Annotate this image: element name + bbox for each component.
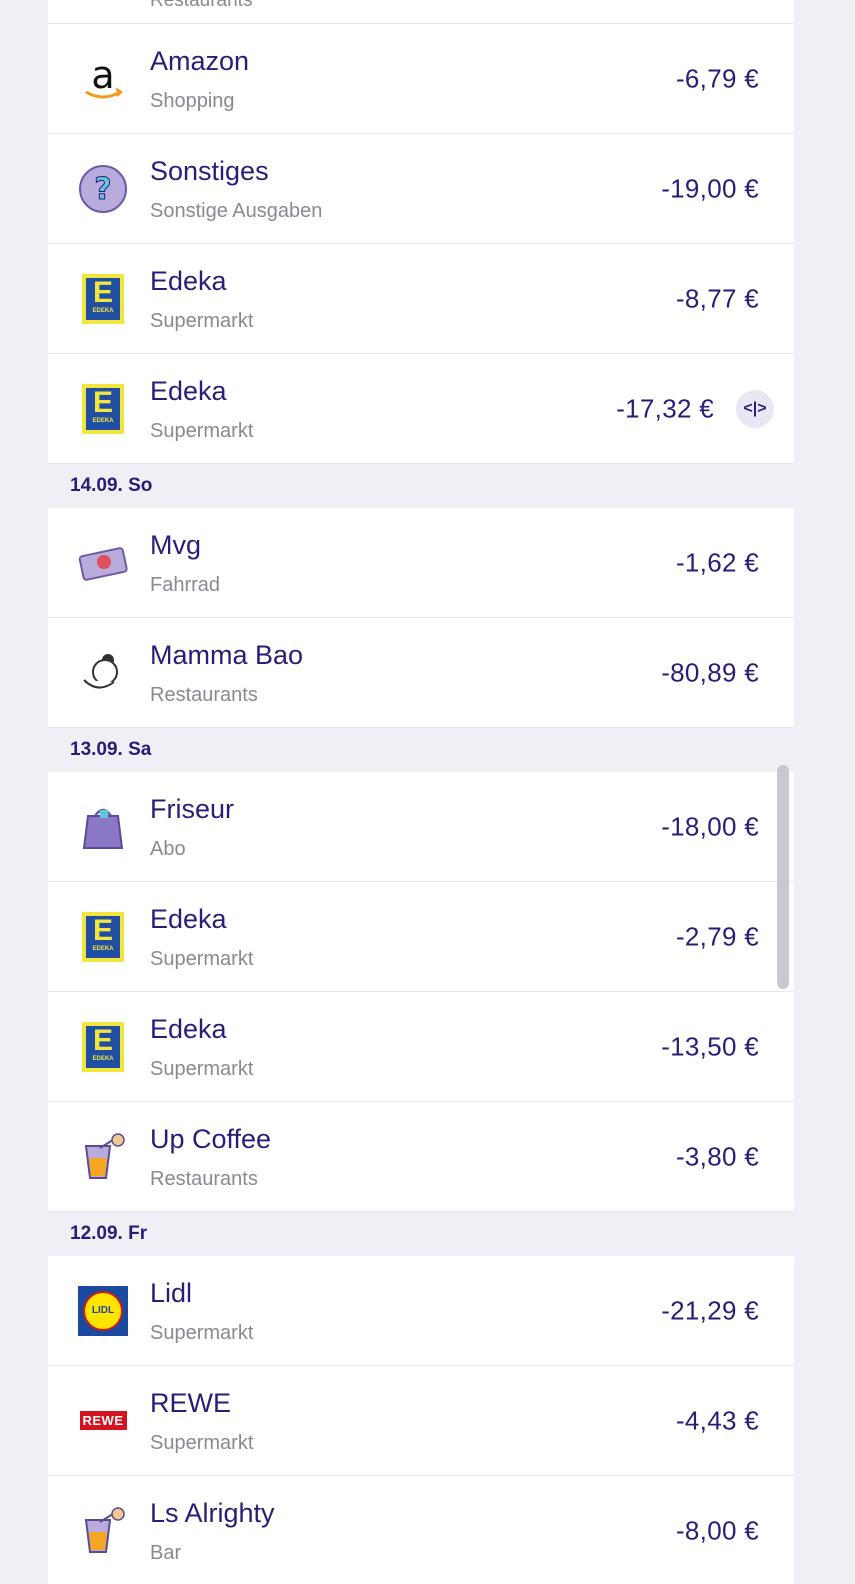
transaction-category: Supermarkt (150, 420, 254, 442)
transaction-name: REWE (150, 1388, 231, 1418)
transaction-row[interactable]: E EDEKA Edeka Supermarkt -13,50 € (48, 992, 794, 1102)
transaction-name: Up Coffee (150, 1124, 272, 1154)
transaction-name: Mvg (150, 530, 202, 560)
transaction-category: Restaurants (150, 0, 253, 11)
edeka-logo: E EDEKA (78, 273, 128, 324)
transaction-amount: -2,79 € (675, 921, 759, 951)
scrollbar[interactable] (777, 765, 789, 989)
transaction-category: Abo (150, 838, 186, 860)
transaction-row[interactable]: LIDL Lidl Supermarkt -21,29 € (48, 1256, 794, 1366)
split-icon[interactable]: <|> (736, 389, 774, 428)
date-header: 14.09. So (48, 464, 794, 508)
question-icon: ? (78, 164, 128, 214)
transaction-row[interactable]: E EDEKA Edeka Supermarkt -2,79 € (48, 882, 794, 992)
drink-icon (78, 1132, 128, 1182)
transaction-row[interactable]: E EDEKA Edeka Supermarkt -17,32 € <|> (48, 354, 794, 464)
transaction-amount: -3,80 € (675, 1141, 759, 1171)
transaction-amount: -1,62 € (675, 547, 759, 577)
transaction-name: Lidl (150, 1278, 193, 1308)
transaction-amount: -19,00 € (661, 173, 759, 203)
transaction-name: Friseur (150, 794, 235, 824)
transaction-name: Edeka (150, 266, 227, 296)
shopping-bag-icon (78, 802, 128, 852)
transaction-row[interactable]: Mamma Bao Restaurants -80,89 € (48, 618, 794, 728)
transaction-amount: -17,32 € (616, 393, 714, 423)
transaction-category: Bar (150, 1542, 182, 1564)
date-header: 12.09. Fr (48, 1212, 794, 1256)
transaction-category: Supermarkt (150, 310, 254, 332)
transaction-amount: -80,89 € (661, 657, 759, 687)
transaction-row[interactable]: a Amazon Shopping -6,79 € (48, 24, 794, 134)
transaction-category: Sonstige Ausgaben (150, 200, 323, 222)
transaction-amount: -13,50 € (661, 1031, 759, 1061)
transaction-category: Restaurants (150, 1168, 258, 1190)
transaction-amount: -18,00 € (661, 811, 759, 841)
transaction-name: Sonstiges (150, 156, 269, 186)
drink-icon (78, 1506, 128, 1556)
transaction-amount: -6,79 € (675, 63, 759, 93)
transaction-category: Restaurants (150, 684, 258, 706)
transaction-row[interactable]: Friseur Abo -18,00 € (48, 772, 794, 882)
edeka-logo: E EDEKA (78, 383, 128, 434)
transaction-name: Edeka (150, 376, 227, 406)
transaction-category: Shopping (150, 90, 235, 112)
transaction-row[interactable]: ? Sonstiges Sonstige Ausgaben -19,00 € (48, 134, 794, 244)
edeka-logo: E EDEKA (78, 1021, 128, 1072)
transaction-row[interactable]: Ls Alrighty Bar -8,00 € (48, 1476, 794, 1584)
transaction-amount: -4,43 € (675, 1405, 759, 1435)
transaction-amount: -8,00 € (675, 1515, 759, 1545)
transaction-list: Restaurants a Amazon Shopping -6,79 €? Sonsti… (48, 0, 794, 1584)
svg-text:a: a (91, 54, 114, 97)
transaction-row[interactable]: Mvg Fahrrad -1,62 € (48, 508, 794, 618)
transaction-name: Edeka (150, 1014, 227, 1044)
svg-text:?: ? (94, 172, 111, 207)
transaction-category: Supermarkt (150, 948, 254, 970)
transaction-category: Supermarkt (150, 1058, 254, 1080)
transaction-row-partial[interactable]: Restaurants (48, 0, 794, 24)
transaction-row[interactable]: Up Coffee Restaurants -3,80 € (48, 1102, 794, 1212)
transaction-category: Supermarkt (150, 1322, 254, 1344)
transaction-row[interactable]: REWE REWE Supermarkt -4,43 € (48, 1366, 794, 1476)
edeka-logo: E EDEKA (78, 911, 128, 962)
transaction-amount: -21,29 € (661, 1295, 759, 1325)
rewe-logo: REWE (78, 1396, 128, 1446)
amazon-logo: a (78, 54, 128, 104)
transaction-amount: -8,77 € (675, 283, 759, 313)
transaction-name: Amazon (150, 46, 250, 76)
lidl-logo: LIDL (78, 1285, 128, 1336)
date-header: 13.09. Sa (48, 728, 794, 772)
transaction-name: Ls Alrighty (150, 1498, 275, 1528)
mamma-bao-logo (78, 648, 128, 698)
ticket-icon (78, 538, 128, 588)
transaction-category: Fahrrad (150, 574, 221, 596)
transaction-category: Supermarkt (150, 1432, 254, 1454)
transaction-name: Mamma Bao (150, 640, 304, 670)
transaction-row[interactable]: E EDEKA Edeka Supermarkt -8,77 € (48, 244, 794, 354)
transaction-name: Edeka (150, 904, 227, 934)
